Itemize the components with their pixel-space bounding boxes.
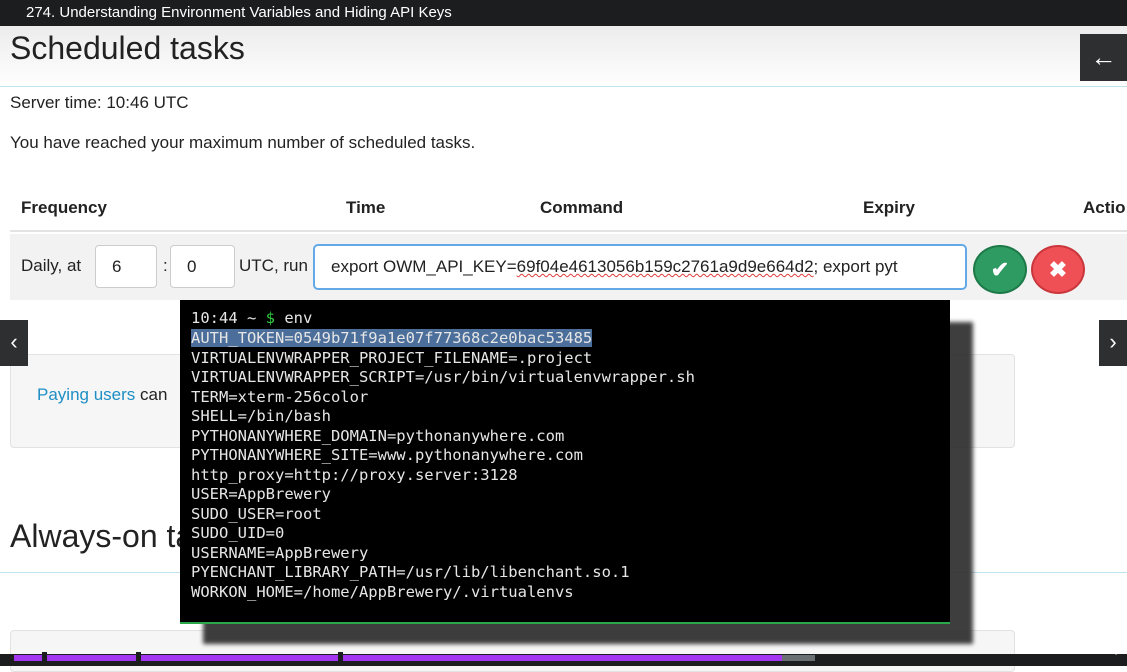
terminal-prompt: 10:44 ~ bbox=[191, 309, 266, 327]
close-icon: ✖ bbox=[1048, 257, 1068, 282]
terminal-line: PYTHONANYWHERE_SITE=www.pythonanywhere.c… bbox=[191, 446, 583, 464]
udemy-watermark: ûdemy bbox=[1084, 641, 1121, 655]
terminal-line: SUDO_UID=0 bbox=[191, 524, 285, 542]
terminal-line: PYTHONANYWHERE_DOMAIN=pythonanywhere.com bbox=[191, 426, 565, 445]
command-input[interactable]: export OWM_API_KEY=69f04e4613056b159c276… bbox=[313, 244, 967, 290]
command-suffix: ; export pyt bbox=[813, 257, 898, 276]
header-actions: Actio bbox=[1083, 198, 1126, 217]
terminal-prompt-line: 10:44 ~ $ env bbox=[191, 309, 312, 328]
utc-run-label: UTC, run bbox=[239, 256, 308, 275]
back-button[interactable]: ← bbox=[1080, 34, 1127, 81]
terminal-line: SUDO_USER=root bbox=[191, 504, 322, 523]
terminal-command: env bbox=[275, 309, 313, 327]
previous-lecture-button[interactable]: ‹ bbox=[0, 320, 28, 366]
video-progress-bar[interactable] bbox=[0, 652, 1127, 666]
minute-input[interactable]: 0 bbox=[170, 245, 235, 288]
command-api-key: 69f04e4613056b159c2761a9d9e664d2 bbox=[516, 257, 814, 276]
header-expiry: Expiry bbox=[863, 198, 915, 217]
page-header: Scheduled tasks ← bbox=[0, 26, 1127, 87]
terminal-overlay: 10:44 ~ $ env AUTH_TOKEN=0549b71f9a1e07f… bbox=[180, 300, 950, 624]
page-title: Scheduled tasks bbox=[10, 30, 245, 66]
time-separator: : bbox=[163, 256, 168, 275]
terminal-line: VIRTUALENVWRAPPER_SCRIPT=/usr/bin/virtua… bbox=[191, 368, 695, 386]
terminal-line: USER=AppBrewery bbox=[191, 485, 331, 503]
terminal-line: TERM=xterm-256color bbox=[191, 387, 369, 406]
terminal-line: http_proxy=http://proxy.server:3128 bbox=[191, 465, 518, 484]
header-time: Time bbox=[346, 198, 386, 217]
progress-played bbox=[14, 655, 782, 661]
paying-users-text: Paying users can bbox=[37, 385, 167, 405]
terminal-selected-text: AUTH_TOKEN=0549b71f9a1e07f77368c2e0bac53… bbox=[191, 329, 593, 347]
header-command: Command bbox=[540, 198, 624, 217]
next-lecture-button[interactable]: › bbox=[1099, 320, 1127, 366]
command-prefix: export OWM_API_KEY= bbox=[331, 257, 517, 276]
terminal-line: AUTH_TOKEN=0549b71f9a1e07f77368c2e0bac53… bbox=[191, 329, 593, 348]
chevron-right-icon: › bbox=[1109, 329, 1117, 354]
arrow-left-icon: ← bbox=[1090, 42, 1117, 72]
max-tasks-message: You have reached your maximum number of … bbox=[10, 133, 476, 152]
paying-users-trailing: can bbox=[135, 385, 168, 404]
terminal-line: SHELL=/bin/bash bbox=[191, 407, 331, 425]
paying-users-link[interactable]: Paying users bbox=[37, 385, 135, 404]
scheduled-tasks-table: Frequency Time Command Expiry Actio Dail… bbox=[10, 172, 1127, 302]
hour-input[interactable]: 6 bbox=[95, 245, 157, 288]
lecture-title: 274. Understanding Environment Variables… bbox=[26, 4, 452, 21]
chevron-left-icon: ‹ bbox=[10, 329, 18, 354]
terminal-line: PYENCHANT_LIBRARY_PATH=/usr/lib/libencha… bbox=[191, 563, 630, 581]
progress-buffered bbox=[782, 655, 815, 661]
always-on-tasks-title: Always-on ta bbox=[10, 518, 194, 554]
frequency-label: Daily, at bbox=[21, 256, 82, 275]
table-row: Daily, at 6 : 0 UTC, run export OWM_API_… bbox=[10, 234, 1127, 300]
chapter-marker bbox=[136, 652, 141, 662]
terminal-line: WORKON_HOME=/home/AppBrewery/.virtualenv… bbox=[191, 582, 574, 601]
chapter-marker bbox=[338, 652, 343, 662]
terminal-prompt-symbol: $ bbox=[265, 309, 275, 327]
cancel-task-button[interactable]: ✖ bbox=[1031, 245, 1085, 294]
video-title-bar: 274. Understanding Environment Variables… bbox=[0, 0, 1127, 26]
terminal-line: USERNAME=AppBrewery bbox=[191, 543, 369, 562]
server-time: Server time: 10:46 UTC bbox=[10, 93, 189, 112]
chapter-marker bbox=[42, 652, 47, 662]
header-frequency: Frequency bbox=[21, 198, 107, 217]
terminal-line: VIRTUALENVWRAPPER_PROJECT_FILENAME=.proj… bbox=[191, 348, 593, 367]
save-task-button[interactable]: ✔ bbox=[973, 245, 1027, 294]
table-header: Frequency Time Command Expiry Actio bbox=[10, 172, 1127, 232]
checkmark-icon: ✔ bbox=[990, 257, 1010, 282]
